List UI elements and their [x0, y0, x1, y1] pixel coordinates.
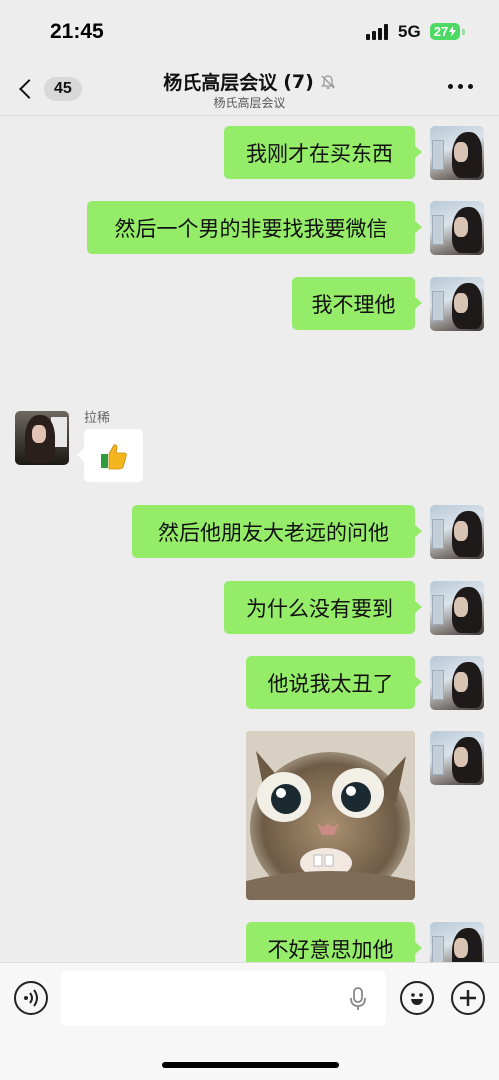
sender-avatar[interactable] [15, 411, 69, 465]
message-text: 然后他朋友大老远的问他 [158, 520, 389, 545]
plus-icon [460, 990, 476, 1006]
emoji-icon [411, 993, 423, 1005]
my-avatar[interactable] [430, 731, 484, 785]
more-functions-button[interactable] [451, 981, 485, 1015]
signal-icon [366, 24, 390, 40]
my-avatar[interactable] [430, 201, 484, 255]
message-bubble-outgoing[interactable]: 我刚才在买东西 [224, 126, 422, 179]
message-text: 然后一个男的非要找我要微信 [114, 216, 388, 241]
status-bar: 21:45 5G 27 [0, 0, 499, 60]
message-bubble-incoming[interactable] [77, 429, 143, 482]
home-indicator[interactable] [162, 1062, 339, 1068]
voice-icon [24, 989, 38, 1007]
my-avatar[interactable] [430, 505, 484, 559]
message-text: 为什么没有要到 [246, 596, 393, 621]
message-text: 不好意思加他 [267, 937, 394, 962]
message-bubble-outgoing[interactable]: 我不理他 [292, 277, 422, 330]
dot-icon [458, 84, 463, 89]
message-text: 他说我太丑了 [267, 671, 394, 696]
my-avatar[interactable] [430, 581, 484, 635]
message-input[interactable] [61, 971, 386, 1026]
status-time: 21:45 [50, 20, 104, 43]
dot-icon [448, 84, 453, 89]
thumbs-up-icon [100, 443, 127, 469]
cat-sticker-image [246, 731, 415, 900]
message-bubble-outgoing[interactable]: 为什么没有要到 [224, 581, 422, 634]
message-text: 我不理他 [311, 292, 396, 317]
message-bubble-outgoing[interactable]: 然后一个男的非要找我要微信 [87, 201, 422, 254]
chat-subtitle: 杨氏高层会议 [213, 96, 286, 110]
voice-input-button[interactable] [14, 981, 48, 1015]
my-avatar[interactable] [430, 656, 484, 710]
battery-tip [462, 29, 465, 35]
nav-bar: 45 杨氏高层会议 (7) 杨氏高层会议 [0, 60, 499, 116]
microphone-icon[interactable] [348, 987, 368, 1011]
chat-title[interactable]: 杨氏高层会议 (7) [0, 68, 499, 95]
message-text: 我刚才在买东西 [246, 141, 393, 166]
my-avatar[interactable] [430, 277, 484, 331]
emoji-button[interactable] [400, 981, 434, 1015]
message-bubble-outgoing[interactable]: 然后他朋友大老远的问他 [132, 505, 422, 558]
muted-bell-icon [320, 74, 335, 89]
surprised-cat-sticker[interactable] [246, 731, 415, 900]
member-count: (7) [283, 70, 314, 93]
network-label: 5G [398, 22, 421, 41]
battery-level: 27 [433, 24, 449, 39]
more-options-button[interactable] [448, 84, 473, 89]
chat-title-text: 杨氏高层会议 [163, 72, 278, 94]
dot-icon [468, 84, 473, 89]
charging-bolt-icon [449, 26, 457, 37]
my-avatar[interactable] [430, 126, 484, 180]
sender-name: 拉稀 [84, 411, 111, 426]
battery-icon: 27 [430, 23, 460, 40]
message-bubble-outgoing[interactable]: 他说我太丑了 [246, 656, 422, 709]
